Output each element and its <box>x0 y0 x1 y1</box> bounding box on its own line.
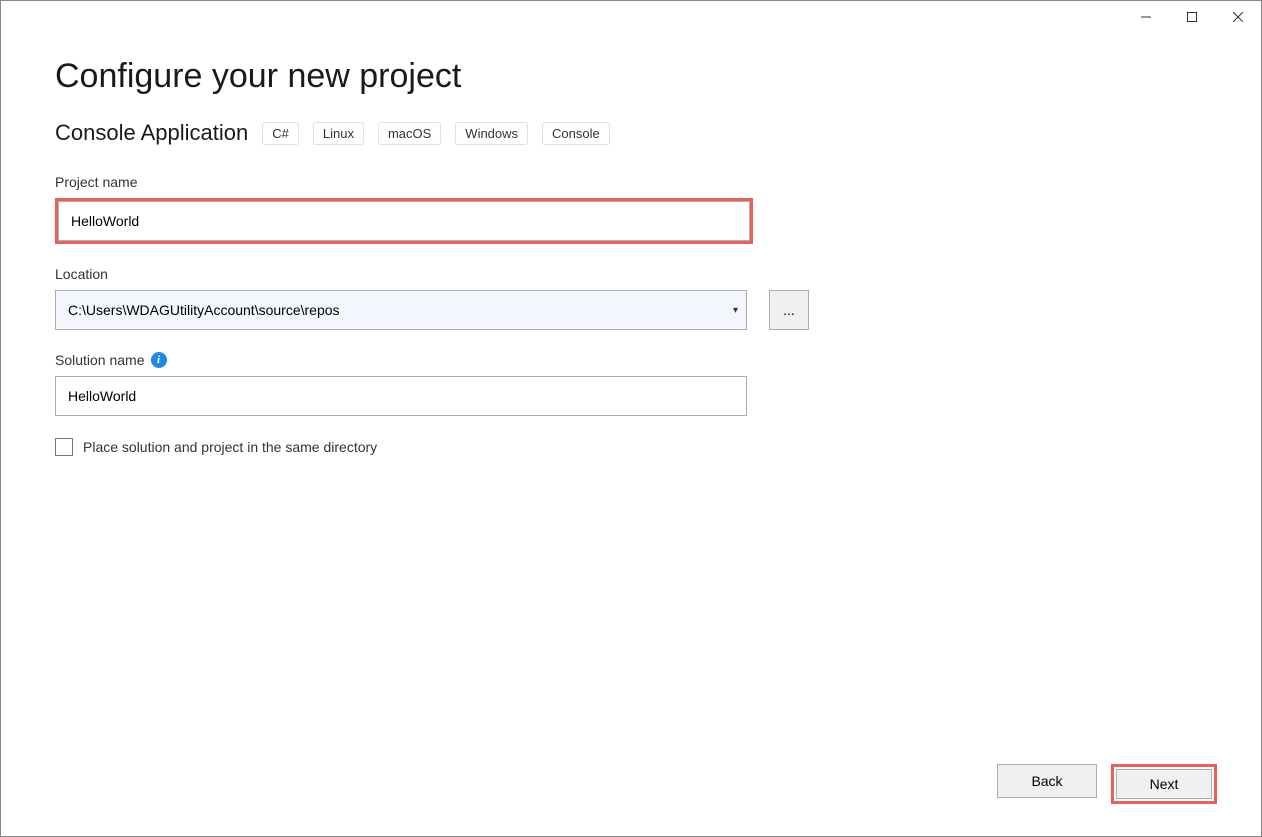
browse-button[interactable]: ... <box>769 290 809 330</box>
tag-macos: macOS <box>378 122 441 145</box>
template-info-row: Console Application C# Linux macOS Windo… <box>55 120 1207 146</box>
tag-console: Console <box>542 122 610 145</box>
minimize-button[interactable] <box>1123 1 1169 33</box>
same-directory-label: Place solution and project in the same d… <box>83 439 377 455</box>
info-icon[interactable]: i <box>151 352 167 368</box>
page-title: Configure your new project <box>55 57 1207 96</box>
next-button-highlight: Next <box>1111 764 1217 804</box>
solution-name-label-text: Solution name <box>55 352 145 368</box>
same-directory-row[interactable]: Place solution and project in the same d… <box>55 438 1207 456</box>
close-button[interactable] <box>1215 1 1261 33</box>
solution-name-input[interactable] <box>55 376 747 416</box>
tag-windows: Windows <box>455 122 528 145</box>
tag-linux: Linux <box>313 122 364 145</box>
location-label: Location <box>55 266 1207 282</box>
template-name: Console Application <box>55 120 248 146</box>
project-name-highlight <box>55 198 753 244</box>
location-value: C:\Users\WDAGUtilityAccount\source\repos <box>68 302 340 318</box>
back-button[interactable]: Back <box>997 764 1097 798</box>
same-directory-checkbox[interactable] <box>55 438 73 456</box>
tag-csharp: C# <box>262 122 299 145</box>
chevron-down-icon: ▾ <box>733 305 738 316</box>
solution-name-label: Solution name i <box>55 352 1207 368</box>
location-combobox[interactable]: C:\Users\WDAGUtilityAccount\source\repos… <box>55 290 747 330</box>
footer-buttons: Back Next <box>997 764 1217 804</box>
maximize-button[interactable] <box>1169 1 1215 33</box>
window-controls <box>1123 1 1261 33</box>
next-button[interactable]: Next <box>1116 769 1212 799</box>
project-name-label: Project name <box>55 174 1207 190</box>
project-name-input[interactable] <box>58 201 750 241</box>
